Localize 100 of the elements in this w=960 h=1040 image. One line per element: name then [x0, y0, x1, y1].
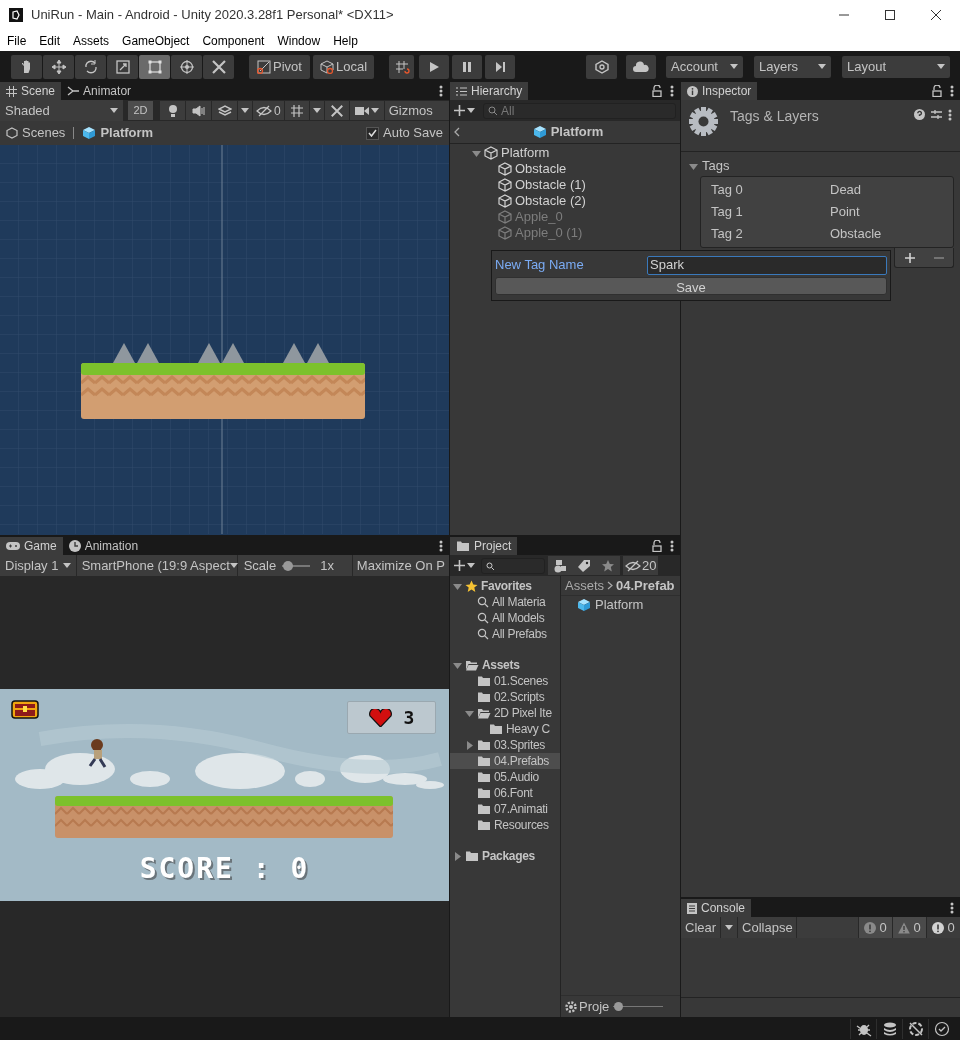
tools-toggle[interactable]: [324, 101, 349, 120]
tab[interactable]: Project: [450, 537, 518, 555]
hierarchy-item[interactable]: Obstacle: [450, 161, 680, 177]
clear-options-dropdown[interactable]: [721, 917, 738, 938]
pause-button[interactable]: [452, 54, 482, 79]
menu-item[interactable]: Assets: [73, 31, 110, 50]
play-button[interactable]: [419, 54, 449, 79]
maximize-toggle[interactable]: Maximize On P: [352, 555, 449, 576]
aspect-dropdown[interactable]: SmartPhone (19:9 Aspect: [76, 555, 237, 576]
hidden-objects-toggle[interactable]: 0: [253, 101, 284, 120]
tool-button[interactable]: [107, 54, 138, 79]
grid-toggle[interactable]: [284, 101, 309, 120]
project-tree-item[interactable]: 02.Scripts: [450, 689, 560, 705]
tab[interactable]: Game: [0, 537, 63, 555]
more-icon[interactable]: [950, 85, 954, 97]
menu-item[interactable]: Help: [333, 31, 358, 50]
hierarchy-item[interactable]: Obstacle (1): [450, 177, 680, 193]
tool-button[interactable]: [203, 54, 234, 79]
more-icon[interactable]: [670, 540, 674, 552]
menu-item[interactable]: Component: [202, 31, 265, 50]
pivot-button[interactable]: Pivot: [249, 54, 310, 79]
tool-button[interactable]: [11, 54, 42, 79]
tool-button[interactable]: [75, 54, 106, 79]
type-filter-button[interactable]: [548, 556, 572, 575]
menu-item[interactable]: File: [7, 31, 27, 50]
project-tree-item[interactable]: 03.Sprites: [450, 737, 560, 753]
gizmos-dropdown[interactable]: Gizmos: [384, 101, 449, 120]
project-tree-item[interactable]: Heavy C: [450, 721, 560, 737]
tool-button[interactable]: [171, 54, 202, 79]
collapse-button[interactable]: Collapse: [738, 917, 797, 938]
create-button[interactable]: [454, 560, 475, 571]
grid-dropdown[interactable]: [309, 101, 324, 120]
caret-icon[interactable]: [453, 581, 462, 591]
lock-icon[interactable]: [932, 85, 942, 97]
search-field[interactable]: All: [483, 102, 676, 119]
account-dropdown[interactable]: Account: [666, 55, 743, 78]
clear-button[interactable]: Clear: [681, 917, 721, 938]
caret-icon[interactable]: [453, 660, 462, 670]
tab[interactable]: Hierarchy: [450, 82, 529, 100]
console-search-field[interactable]: [797, 917, 858, 938]
slider-thumb[interactable]: [614, 1002, 624, 1011]
light-bulb-button[interactable]: [160, 101, 185, 120]
menu-item[interactable]: GameObject: [122, 31, 190, 50]
log-filter-toggle[interactable]: 0: [927, 917, 960, 938]
shading-dropdown[interactable]: Shaded: [0, 100, 123, 121]
project-tree-item[interactable]: Assets: [450, 657, 560, 673]
hierarchy-item[interactable]: Platform: [450, 145, 680, 161]
collab-button[interactable]: [586, 54, 617, 79]
log-filter-toggle[interactable]: 0: [859, 917, 892, 938]
camera-dropdown[interactable]: [349, 101, 384, 120]
project-tree-item[interactable]: 06.Font: [450, 785, 560, 801]
slider-thumb[interactable]: [283, 560, 294, 571]
maximize-icon[interactable]: [884, 9, 896, 21]
prefab-breadcrumb[interactable]: Platform: [82, 123, 154, 143]
caret-icon[interactable]: [453, 851, 462, 861]
effects-button[interactable]: [212, 101, 237, 120]
menu-item[interactable]: Window: [277, 31, 321, 50]
project-tree-item[interactable]: 04.Prefabs: [450, 753, 560, 769]
more-icon[interactable]: [670, 85, 674, 97]
tool-button[interactable]: [139, 54, 170, 79]
asset-item[interactable]: Platform: [561, 596, 680, 614]
layers-dropdown[interactable]: Layers: [754, 55, 831, 78]
hierarchy-item[interactable]: Obstacle (2): [450, 193, 680, 209]
sliders-icon[interactable]: [931, 109, 942, 120]
more-icon[interactable]: [948, 109, 952, 121]
log-filter-toggle[interactable]: 0: [893, 917, 926, 938]
project-tree-item[interactable]: All Materia: [450, 594, 560, 610]
project-tree-item[interactable]: Resources: [450, 817, 560, 833]
step-button[interactable]: [485, 54, 515, 79]
save-button[interactable]: Save: [495, 277, 887, 295]
menu-item[interactable]: Edit: [39, 31, 61, 50]
tab[interactable]: Scene: [0, 82, 62, 100]
tool-button[interactable]: [43, 54, 74, 79]
scenes-link[interactable]: Scenes: [6, 123, 66, 143]
grid-snap-button[interactable]: [389, 54, 414, 79]
speaker-button[interactable]: [186, 101, 211, 120]
caret-icon[interactable]: [689, 161, 698, 171]
close-icon[interactable]: [930, 9, 942, 21]
plus-icon[interactable]: [904, 252, 915, 263]
caret-icon[interactable]: [472, 148, 481, 158]
tags-foldout[interactable]: Tags: [681, 156, 960, 176]
caret-icon[interactable]: [465, 708, 474, 718]
2d-toggle[interactable]: 2D: [128, 101, 153, 120]
breadcrumb-link[interactable]: Assets: [565, 575, 604, 596]
create-button[interactable]: [454, 105, 475, 116]
star-button[interactable]: [596, 556, 620, 575]
auto-save-checkbox[interactable]: Auto Save: [366, 123, 443, 143]
search-field[interactable]: [481, 557, 545, 574]
project-tree-item[interactable]: Packages: [450, 848, 560, 864]
more-icon[interactable]: [950, 902, 954, 914]
layout-dropdown[interactable]: Layout: [842, 55, 950, 78]
more-icon[interactable]: [439, 540, 443, 552]
help-icon[interactable]: [914, 109, 925, 120]
project-tree-item[interactable]: Favorites: [450, 578, 560, 594]
lock-icon[interactable]: [652, 85, 662, 97]
breadcrumb-link[interactable]: 04.Prefab: [616, 575, 675, 596]
local-button[interactable]: Local: [313, 54, 374, 79]
caret-icon[interactable]: [465, 740, 474, 750]
project-tree-item[interactable]: All Models: [450, 610, 560, 626]
project-tree-item[interactable]: All Prefabs: [450, 626, 560, 642]
